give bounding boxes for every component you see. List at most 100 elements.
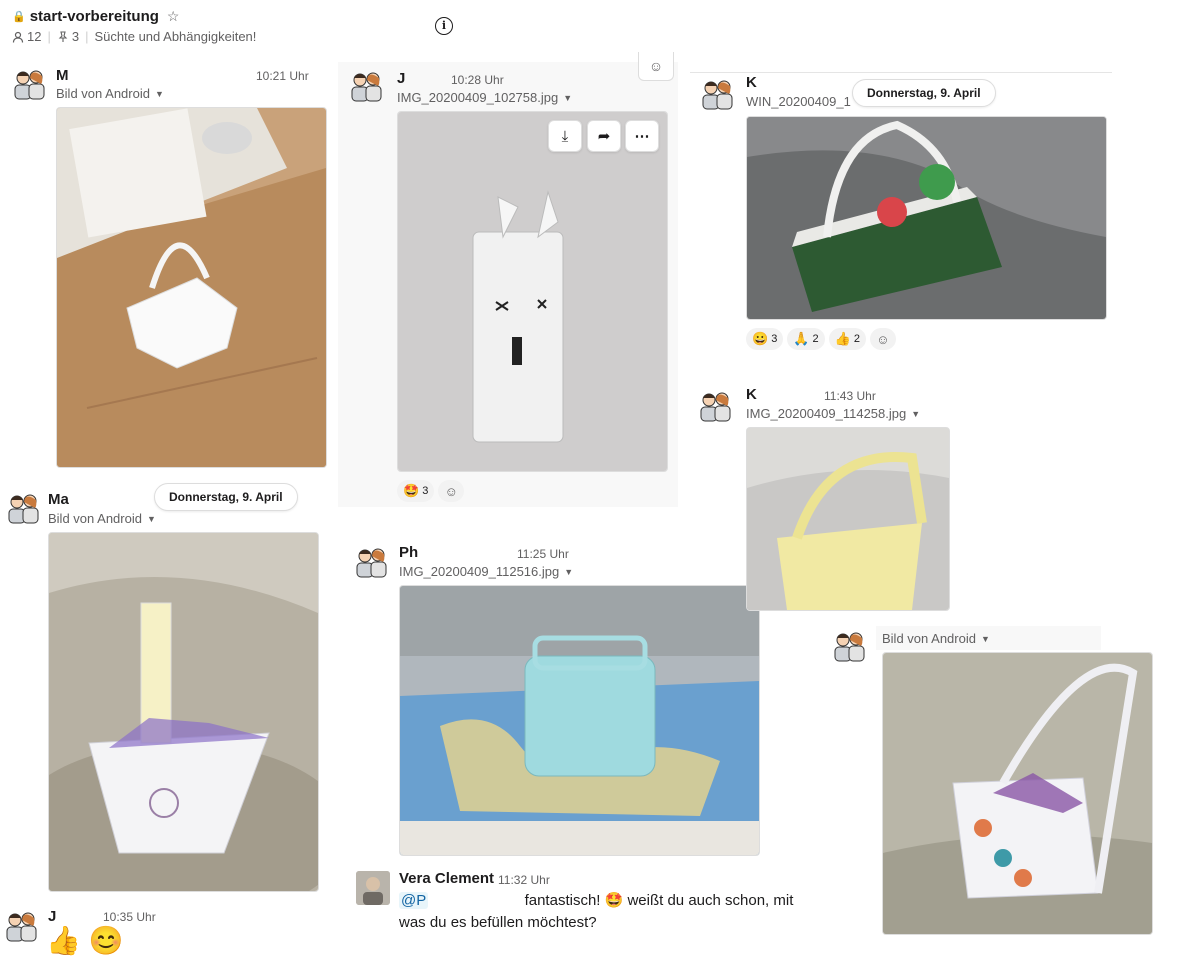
avatar[interactable] [830, 628, 868, 666]
chevron-down-icon[interactable]: ▼ [564, 567, 573, 577]
avatar-illustration [351, 72, 382, 102]
reaction-thumbsup[interactable]: 👍 2 [828, 328, 866, 350]
members-button[interactable]: 12 [12, 29, 41, 44]
avatar[interactable] [696, 388, 734, 426]
timestamp[interactable]: 10:35 Uhr [103, 910, 156, 924]
share-icon[interactable]: ➦ [587, 120, 621, 152]
sender-name[interactable]: K [746, 386, 757, 403]
avatar[interactable] [10, 66, 48, 104]
message-line-1: fantastisch! 🤩 weißt du auch schon, mit [524, 892, 794, 909]
file-name-text: WIN_20200409_1 [746, 94, 851, 109]
avatar-photo [356, 871, 390, 905]
message-line-2: was du es befüllen möchtest? [399, 914, 597, 931]
sender-name[interactable]: Ma [48, 491, 69, 508]
divider: | [85, 29, 89, 44]
image-attachment[interactable] [882, 652, 1153, 935]
image-attachment[interactable] [746, 427, 950, 611]
reaction-count: 2 [812, 333, 819, 345]
reaction-grinning[interactable]: 😀 3 [746, 328, 784, 350]
file-name-text: IMG_20200409_114258.jpg [746, 406, 907, 421]
photo-basket-on-map [400, 586, 759, 855]
timestamp[interactable]: 10:21 Uhr [256, 69, 309, 83]
sender-name[interactable]: K [746, 74, 757, 91]
pins-count: 3 [71, 29, 80, 44]
image-attachment[interactable] [397, 111, 668, 472]
image-attachment[interactable] [48, 532, 319, 892]
pin-icon [58, 30, 68, 42]
add-reaction-icon[interactable]: ☺ [638, 52, 674, 81]
star-icon[interactable]: ☆ [167, 8, 180, 25]
chevron-down-icon[interactable]: ▼ [147, 514, 156, 524]
message-emojis: 👍 😊 [46, 925, 124, 956]
sender-name[interactable]: J [48, 908, 56, 925]
date-divider[interactable]: Donnerstag, 9. April [852, 79, 996, 107]
photo-paper-basket-table [57, 108, 326, 467]
avatar[interactable] [347, 68, 385, 106]
pins-button[interactable]: 3 [57, 29, 79, 44]
photo-white-basket-flowers [883, 653, 1152, 934]
user-mention[interactable]: @P [399, 892, 429, 909]
file-name[interactable]: Bild von Android ▼ [882, 631, 990, 646]
divider [690, 72, 1112, 73]
channel-topic[interactable]: Süchte und Abhängigkeiten! [94, 29, 256, 44]
channel-meta: 12 | 3 | Süchte und Abhängigkeiten! [12, 29, 256, 44]
chevron-down-icon[interactable]: ▼ [155, 89, 164, 99]
avatar-illustration [8, 494, 39, 524]
info-icon[interactable]: i [435, 17, 453, 35]
grinning-face-icon: 😀 [752, 331, 769, 346]
avatar[interactable] [352, 544, 390, 582]
avatar[interactable] [4, 490, 42, 528]
timestamp[interactable]: 10:28 Uhr [451, 73, 504, 87]
folded-hands-icon: 🙏 [793, 331, 810, 346]
star-struck-icon: 🤩 [403, 483, 420, 498]
timestamp[interactable]: 11:25 Uhr [517, 547, 569, 561]
file-name-text: IMG_20200409_112516.jpg [399, 564, 560, 579]
file-name[interactable]: IMG_20200409_102758.jpg ▼ [397, 90, 572, 105]
image-attachment[interactable] [399, 585, 760, 856]
members-count: 12 [27, 29, 42, 44]
image-attachment[interactable] [56, 107, 327, 468]
image-attachment[interactable] [746, 116, 1107, 320]
file-name-text: Bild von Android [56, 86, 150, 101]
channel-title[interactable]: 🔒 start-vorbereitung ☆ [12, 8, 179, 25]
avatar-illustration [356, 548, 387, 578]
timestamp[interactable]: 11:32 Uhr [498, 873, 550, 887]
reaction-pray[interactable]: 🙏 2 [787, 328, 825, 350]
sender-name[interactable]: M [56, 67, 69, 84]
add-reaction-icon[interactable]: ☺ [438, 480, 465, 502]
photo-green-basket [747, 117, 1106, 319]
reaction-star-struck[interactable]: 🤩 3 [397, 480, 435, 502]
lock-icon: 🔒 [12, 11, 26, 23]
reactions-bar: 🤩 3 ☺ [397, 480, 465, 502]
avatar-illustration [6, 912, 37, 942]
reaction-count: 3 [422, 485, 429, 497]
file-name-text: Bild von Android [48, 511, 142, 526]
more-actions-icon[interactable]: ⋯ [625, 120, 659, 152]
chevron-down-icon[interactable]: ▼ [563, 93, 572, 103]
sender-name[interactable]: Ph [399, 544, 418, 561]
file-name[interactable]: IMG_20200409_114258.jpg ▼ [746, 406, 920, 421]
avatar[interactable] [2, 908, 40, 946]
photo-paper-basket-sofa [49, 533, 318, 891]
avatar[interactable] [698, 76, 736, 114]
thumbs-up-icon: 👍 [834, 331, 851, 346]
sender-name[interactable]: Vera Clement [399, 870, 494, 887]
file-name[interactable]: Bild von Android ▼ [48, 511, 156, 526]
chevron-down-icon[interactable]: ▼ [911, 409, 920, 419]
message-text: @P fantastisch! 🤩 weißt du auch schon, m… [399, 890, 799, 934]
timestamp[interactable]: 11:43 Uhr [824, 389, 876, 403]
add-reaction-icon[interactable]: ☺ [869, 328, 896, 350]
chevron-down-icon[interactable]: ▼ [981, 634, 990, 644]
download-icon[interactable]: ⤓ [548, 120, 582, 152]
channel-name: start-vorbereitung [29, 8, 159, 25]
file-name[interactable]: Bild von Android ▼ [56, 86, 164, 101]
file-name[interactable]: WIN_20200409_1 [746, 94, 851, 109]
sender-name[interactable]: J [397, 70, 405, 87]
reaction-count: 2 [853, 333, 860, 345]
avatar-illustration [14, 70, 45, 100]
file-name[interactable]: IMG_20200409_112516.jpg ▼ [399, 564, 573, 579]
file-name-text: IMG_20200409_102758.jpg [397, 90, 559, 105]
photo-yellow-basket [747, 428, 949, 610]
avatar[interactable] [356, 871, 390, 905]
date-divider[interactable]: Donnerstag, 9. April [154, 483, 298, 511]
